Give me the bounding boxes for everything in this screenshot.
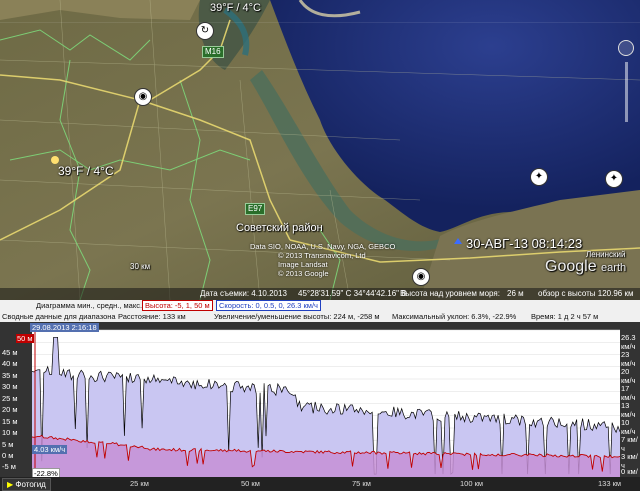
x-axis: 25 км 50 км 75 км 100 км 133 км [0, 477, 640, 491]
slope-value: Максимальный уклон: 6.3%, -22.9% [392, 312, 517, 321]
summary-label: Сводные данные для диапазона [2, 312, 116, 321]
left-tick: 30 м [2, 382, 18, 391]
navigation-controls[interactable] [618, 40, 634, 130]
photo-guide-button[interactable]: ▶ Фотогид [2, 478, 51, 491]
left-tick: 10 м [2, 428, 18, 437]
map-view[interactable]: ◉ ◉ ✦ ✦ ↻ 39°F / 4°C 39°F / 4°C M16 E97 … [0, 0, 640, 300]
x-tick: 50 км [241, 479, 260, 488]
x-tick: 100 км [460, 479, 484, 488]
x-tick: 25 км [130, 479, 149, 488]
attribution: Data SIO, NOAA, U.S. Navy, NGA, GEBCO © … [250, 242, 395, 278]
image-date: Дата съемки: 4.10.2013 [200, 289, 287, 298]
left-tick: 40 м [2, 359, 18, 368]
elevation-profile-panel[interactable]: Диаграмма мин., средн., макс.: Высота: -… [0, 300, 640, 491]
right-tick: 13 км/ч [621, 401, 636, 419]
attribution-line: Image Landsat [278, 260, 328, 269]
weather-label-top: 39°F / 4°C [210, 2, 261, 14]
diagram-label: Диаграмма мин., средн., макс.: [36, 301, 145, 310]
google-logo: Google earth [545, 258, 626, 276]
elevation-value: 26 м [507, 289, 524, 298]
distance-value: Расстояние: 133 км [118, 312, 186, 321]
attribution-line: Data SIO, NOAA, U.S. Navy, NGA, GEBCO [250, 242, 396, 251]
google-logo-earth: earth [601, 262, 627, 274]
attribution-line: © 2013 Transnavicom, Ltd [278, 251, 366, 260]
x-tick: 133 км [598, 479, 622, 488]
time-value: Время: 1 д 2 ч 57 м [531, 312, 599, 321]
x-tick: 75 км [352, 479, 371, 488]
photo-marker-2[interactable]: ◉ [412, 268, 430, 286]
left-tick: 0 м [2, 451, 14, 460]
scale-label: 30 км [130, 262, 151, 271]
left-tick: 45 м [2, 348, 18, 357]
photo-guide-label: Фотогид [15, 480, 46, 489]
timestamp-overlay: 30-АВГ-13 08:14:23 [466, 236, 583, 251]
photo-marker-1[interactable]: ◉ [134, 88, 152, 106]
right-tick: 7 км/ч [621, 435, 638, 453]
camera-icon: ◉ [138, 91, 148, 102]
right-tick: 17 км/ч [621, 384, 636, 402]
hiker-icon: ✦ [534, 171, 544, 182]
attribution-line: © 2013 Google [278, 269, 329, 278]
left-tick: 20 м [2, 405, 18, 414]
region-label: Советский район [236, 222, 323, 234]
right-tick: 23 км/ч [621, 350, 636, 368]
left-axis-top-value: 50 м [16, 334, 34, 343]
weather-label-left: 39°F / 4°C [58, 164, 114, 178]
profile-chart[interactable] [0, 322, 640, 477]
route-icon: ↻ [200, 25, 210, 36]
zoom-slider[interactable] [624, 62, 628, 122]
google-logo-text: Google [545, 258, 597, 275]
road-shield-e97: E97 [245, 203, 266, 215]
profile-row-summary: Сводные данные для диапазона Расстояние:… [0, 311, 640, 322]
compass-icon[interactable] [618, 40, 634, 56]
left-tick: -5 м [2, 462, 16, 471]
coordinates: 45°28'31.59" С 34°44'42.16" В [298, 289, 407, 298]
eye-altitude: обзор с высоты 120.96 км [538, 289, 634, 298]
camera-icon: ◉ [416, 271, 426, 282]
hiker-marker-1[interactable]: ✦ [530, 168, 548, 186]
elevation-label: Высота над уровнем моря: [400, 289, 500, 298]
left-tick: 35 м [2, 371, 18, 380]
hiker-icon: ✦ [609, 173, 619, 184]
speed-marker: 4.03 км/ч [32, 445, 68, 454]
map-status-bar: Дата съемки: 4.10.2013 45°28'31.59" С 34… [0, 288, 640, 300]
right-tick: 10 км/ч [621, 418, 636, 436]
right-tick: 26.3 км/ч [621, 333, 636, 351]
altitude-toggle[interactable]: Высота: -5, 1, 50 м [142, 300, 213, 311]
left-tick: 25 м [2, 394, 18, 403]
right-tick: 20 км/ч [621, 367, 636, 385]
photo-guide-icon: ▶ [7, 480, 14, 489]
cursor-datetime: 29.08.2013 2:16:18 [30, 323, 99, 332]
hiker-marker-2[interactable]: ✦ [605, 170, 623, 188]
left-tick: 15 м [2, 417, 18, 426]
road-shield-m16: M16 [202, 46, 224, 58]
profile-row-stats: Диаграмма мин., средн., макс.: Высота: -… [0, 300, 640, 311]
gain-loss-value: Увеличение/уменьшение высоты: 224 м, -25… [214, 312, 380, 321]
left-tick: 5 м [2, 440, 14, 449]
speed-toggle[interactable]: Скорость: 0, 0.5, 0, 26.3 км/ч [216, 300, 321, 311]
route-marker[interactable]: ↻ [196, 22, 214, 40]
